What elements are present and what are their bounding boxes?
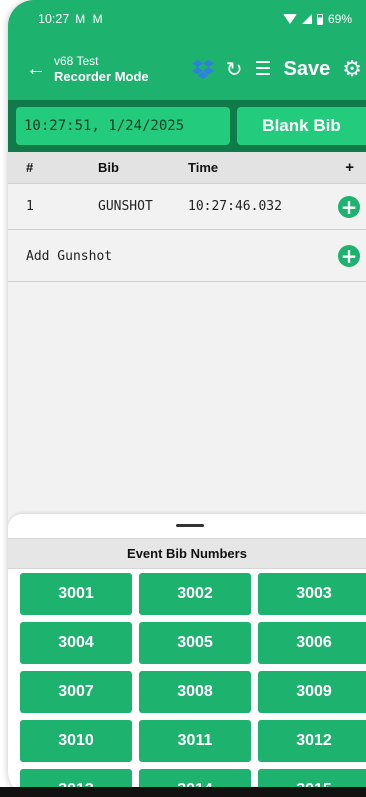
clock-display: 10:27:51, 1/24/2025 [16, 107, 230, 145]
header-num: # [26, 160, 34, 175]
row-time: 10:27:46.032 [188, 199, 282, 214]
bib-button-3008[interactable]: 3008 [139, 671, 251, 713]
row-num: 1 [26, 199, 34, 214]
wifi-icon [282, 14, 297, 24]
header-time: Time [188, 160, 219, 175]
bib-button-3009[interactable]: 3009 [258, 671, 366, 713]
mail-notification-icons: M M [75, 12, 105, 26]
header-add[interactable]: + [345, 159, 354, 176]
add-gunshot-row[interactable]: Add Gunshot + [8, 231, 366, 282]
back-icon[interactable]: ← [18, 58, 54, 81]
battery-percent: 69% [327, 12, 352, 26]
app-bar-titles: v68 Test Recorder Mode [54, 54, 149, 84]
app-bar-actions: ↻ ☰ Save ⚙ [191, 56, 366, 82]
bib-button-3011[interactable]: 3011 [139, 720, 251, 762]
phone-screen: 10:27 M M 69% ← v68 Test Recorder Mode ↻… [8, 0, 366, 797]
bib-button-3006[interactable]: 3006 [258, 622, 366, 664]
row-bib: GUNSHOT [98, 199, 153, 214]
table-header: # Bib Time + [8, 152, 366, 184]
status-time: 10:27 [38, 12, 70, 26]
add-gunshot-label: Add Gunshot [26, 248, 113, 264]
bib-button-3007[interactable]: 3007 [20, 671, 132, 713]
sheet-title: Event Bib Numbers [8, 538, 366, 569]
bib-button-3004[interactable]: 3004 [20, 622, 132, 664]
sync-icon[interactable]: ↻ [226, 57, 243, 82]
time-bar: 10:27:51, 1/24/2025 Blank Bib [8, 100, 366, 152]
bib-numbers-sheet: Event Bib Numbers 3001 3002 3003 3004 30… [8, 514, 366, 797]
bib-button-3005[interactable]: 3005 [139, 622, 251, 664]
status-bar: 10:27 M M 69% [8, 0, 366, 38]
signal-icon [301, 14, 312, 24]
status-icons: 69% [282, 12, 352, 26]
header-bib: Bib [98, 160, 119, 175]
list-numbered-icon[interactable]: ☰ [255, 58, 272, 81]
add-gunshot-icon[interactable]: + [338, 245, 360, 267]
dropbox-icon[interactable] [191, 59, 214, 79]
save-button[interactable]: Save [284, 58, 331, 81]
bib-button-3010[interactable]: 3010 [20, 720, 132, 762]
app-title: Recorder Mode [54, 69, 149, 84]
gear-icon[interactable]: ⚙ [342, 56, 362, 82]
bib-button-3003[interactable]: 3003 [258, 573, 366, 615]
table-row[interactable]: 1 GUNSHOT 10:27:46.032 + [8, 184, 366, 230]
sheet-drag-handle[interactable] [176, 524, 204, 527]
add-row-icon[interactable]: + [338, 195, 360, 218]
battery-icon [316, 13, 323, 25]
bib-button-3012[interactable]: 3012 [258, 720, 366, 762]
device-bottom-edge [0, 787, 366, 797]
bib-button-3001[interactable]: 3001 [20, 573, 132, 615]
app-subtitle: v68 Test [54, 54, 99, 68]
blank-bib-button[interactable]: Blank Bib [237, 107, 366, 145]
bib-button-3002[interactable]: 3002 [139, 573, 251, 615]
bib-button-grid: 3001 3002 3003 3004 3005 3006 3007 3008 … [20, 573, 366, 797]
app-bar: ← v68 Test Recorder Mode ↻ ☰ Save ⚙ [8, 38, 366, 100]
